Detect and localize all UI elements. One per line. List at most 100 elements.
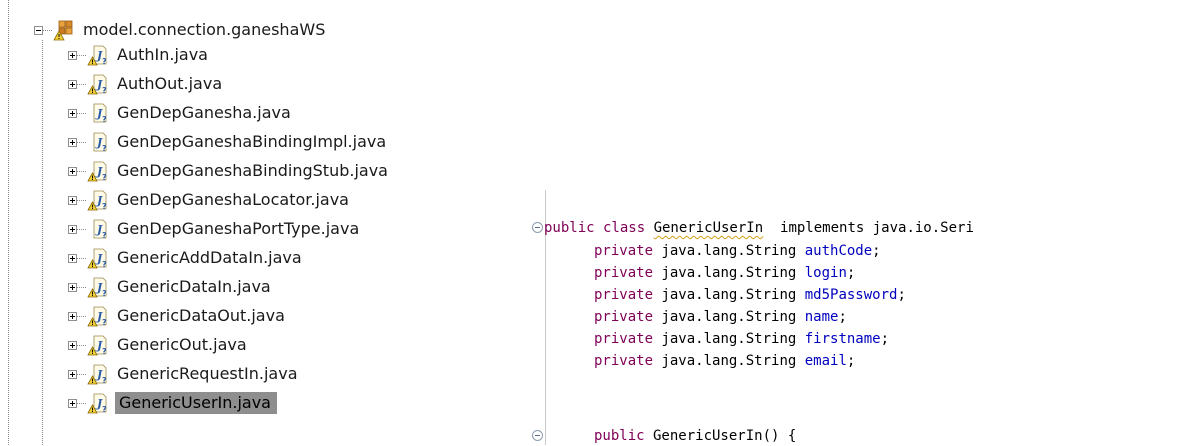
svg-text:?: ? xyxy=(102,376,107,385)
tree-connector xyxy=(77,344,86,346)
field-name: login xyxy=(804,265,847,281)
expand-toggle-icon[interactable] xyxy=(68,311,77,321)
code-text: private java.lang.String xyxy=(594,287,805,303)
java-file-warning-icon: J ? xyxy=(87,74,107,95)
tree-connector xyxy=(77,54,86,56)
tree-connector xyxy=(77,228,86,230)
tree-item-file[interactable]: J ? AuthIn.java xyxy=(68,44,210,66)
tree-item-file[interactable]: J ? GenericDataOut.java xyxy=(68,305,287,327)
expand-toggle-icon[interactable] xyxy=(68,224,77,234)
code-line-field: private java.lang.String md5Password; xyxy=(594,285,906,305)
expand-toggle-icon[interactable] xyxy=(68,195,77,205)
file-label: GenericRequestIn.java xyxy=(117,364,298,383)
package-warning-icon xyxy=(53,20,73,41)
fold-collapse-icon[interactable] xyxy=(532,430,543,441)
expand-toggle-icon[interactable] xyxy=(68,137,77,147)
code-text: private java.lang.String xyxy=(594,243,805,259)
expand-toggle-icon[interactable] xyxy=(68,50,77,60)
svg-text:?: ? xyxy=(102,86,107,95)
file-label: GenericDataIn.java xyxy=(117,277,271,296)
svg-text:?: ? xyxy=(102,173,107,182)
tree-item-file[interactable]: J ? GenericRequestIn.java xyxy=(68,363,300,385)
tree-item-file[interactable]: J ? GenDepGaneshaPortType.java xyxy=(68,218,361,240)
tree-item-file[interactable]: J ? GenDepGaneshaBindingImpl.java xyxy=(68,131,388,153)
tree-item-file[interactable]: J ? GenDepGaneshaBindingStub.java xyxy=(68,160,390,182)
svg-text:?: ? xyxy=(102,318,107,327)
tree-connector xyxy=(77,257,86,259)
file-label: GenericAddDataIn.java xyxy=(117,248,302,267)
tree-connector xyxy=(77,141,86,143)
tree-item-file-selected[interactable]: J ? GenericUserIn.java xyxy=(68,392,277,414)
java-file-warning-icon: J ? xyxy=(87,306,107,327)
java-file-warning-icon: J ? xyxy=(87,277,107,298)
package-label: model.connection.ganeshaWS xyxy=(83,20,326,39)
tree-item-file[interactable]: J ? AuthOut.java xyxy=(68,73,224,95)
code-text: implements java.io.Seri xyxy=(763,220,974,236)
file-label: GenDepGaneshaPortType.java xyxy=(117,219,360,238)
code-editor[interactable]: public class GenericUserIn implements ja… xyxy=(520,170,1181,445)
code-text: private java.lang.String xyxy=(594,265,805,281)
fold-collapse-icon[interactable] xyxy=(532,222,543,233)
expand-toggle-icon[interactable] xyxy=(68,398,77,408)
tree-guide-line xyxy=(8,0,9,445)
code-line-field: private java.lang.String authCode; xyxy=(594,241,881,261)
code-line-field: private java.lang.String email; xyxy=(594,351,855,371)
java-file-warning-icon: J ? xyxy=(87,161,107,182)
file-label: AuthOut.java xyxy=(117,74,223,93)
expand-toggle-icon[interactable] xyxy=(68,340,77,350)
code-line-field: private java.lang.String firstname; xyxy=(594,329,889,349)
field-name: firstname xyxy=(804,331,881,347)
expand-toggle-icon[interactable] xyxy=(68,166,77,176)
file-label: GenDepGanesha.java xyxy=(117,103,291,122)
code-text: public GenericUserIn() { xyxy=(594,428,797,444)
code-line-constructor: public GenericUserIn() { xyxy=(594,426,796,446)
tree-guide-line xyxy=(42,40,43,445)
code-text: private java.lang.String xyxy=(594,353,805,369)
semicolon: ; xyxy=(838,309,847,325)
package-explorer-tree: model.connection.ganeshaWS J ? AuthIn.ja… xyxy=(0,0,520,445)
tree-connector xyxy=(77,170,86,172)
expand-toggle-icon[interactable] xyxy=(68,108,77,118)
expand-toggle-icon[interactable] xyxy=(68,253,77,263)
java-file-warning-icon: J ? xyxy=(87,248,107,269)
java-file-warning-icon: J ? xyxy=(87,45,107,66)
file-label: AuthIn.java xyxy=(117,45,208,64)
tree-item-file[interactable]: J ? GenericDataIn.java xyxy=(68,276,273,298)
file-label: GenericUserIn.java xyxy=(115,392,277,414)
file-label: GenDepGaneshaBindingStub.java xyxy=(117,161,388,180)
tree-item-file[interactable]: J ? GenDepGanesha.java xyxy=(68,102,293,124)
semicolon: ; xyxy=(880,331,890,347)
java-file-warning-icon: J ? xyxy=(87,190,107,211)
file-label: GenericDataOut.java xyxy=(117,306,285,325)
tree-item-file[interactable]: J ? GenericAddDataIn.java xyxy=(68,247,304,269)
expand-toggle-icon[interactable] xyxy=(68,79,77,89)
java-file-warning-icon: J ? xyxy=(87,393,107,414)
svg-text:?: ? xyxy=(102,260,107,269)
svg-text:?: ? xyxy=(102,115,107,124)
tree-connector xyxy=(77,199,86,201)
svg-text:?: ? xyxy=(102,57,107,66)
code-line-field: private java.lang.String login; xyxy=(594,263,855,283)
package-node[interactable]: model.connection.ganeshaWS xyxy=(34,19,327,41)
tree-item-file[interactable]: J ? GenericOut.java xyxy=(68,334,249,356)
field-name: name xyxy=(804,309,839,325)
tree-connector xyxy=(77,315,86,317)
class-name: GenericUserIn xyxy=(653,220,764,236)
expand-toggle-icon[interactable] xyxy=(68,282,77,292)
file-label: GenericOut.java xyxy=(117,335,247,354)
tree-connector xyxy=(77,83,86,85)
svg-text:?: ? xyxy=(102,202,107,211)
svg-text:?: ? xyxy=(102,144,107,153)
tree-connector xyxy=(77,402,86,404)
java-file-icon: J ? xyxy=(93,132,107,153)
field-name: md5Password xyxy=(804,287,898,303)
tree-item-file[interactable]: J ? GenDepGaneshaLocator.java xyxy=(68,189,351,211)
collapse-toggle-icon[interactable] xyxy=(34,25,43,35)
expand-toggle-icon[interactable] xyxy=(68,369,77,379)
tree-connector xyxy=(77,373,86,375)
svg-text:?: ? xyxy=(102,289,107,298)
semicolon: ; xyxy=(897,287,906,303)
svg-text:?: ? xyxy=(102,231,107,240)
file-label: GenDepGaneshaLocator.java xyxy=(117,190,349,209)
code-keyword: public class xyxy=(544,220,654,236)
